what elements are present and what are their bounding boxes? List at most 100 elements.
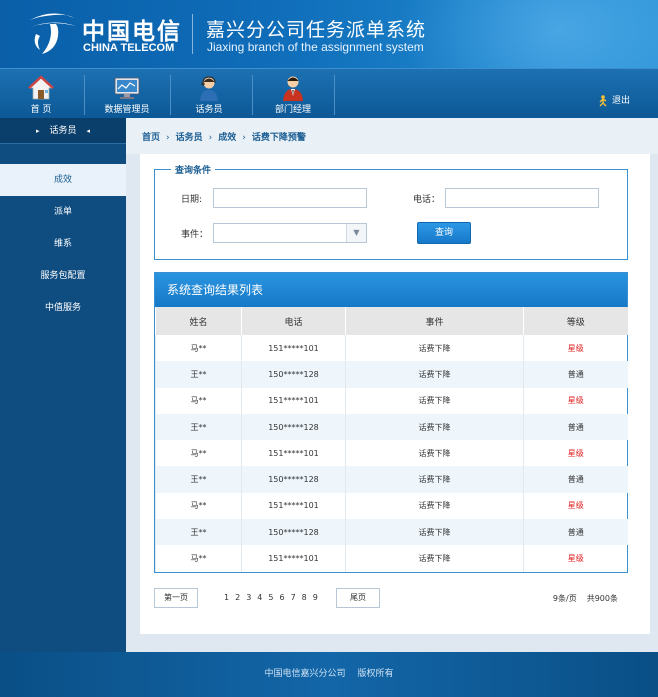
results-panel: 系统查询结果列表 姓名 电话 事件 等级 马** 151*****101 话费下降星… xyxy=(154,272,628,573)
footer-company: 中国电信嘉兴分公司 xyxy=(264,669,346,679)
cell-level: 普通 xyxy=(523,413,628,441)
cell-level: 星级 xyxy=(523,335,628,362)
breadcrumb: 首页 › 话务员 › 成效 › 话费下降预警 xyxy=(126,118,658,154)
column-header-phone[interactable]: 电话 xyxy=(241,307,346,335)
date-input[interactable] xyxy=(213,188,367,208)
monitor-icon xyxy=(114,77,140,99)
nav-item-manager[interactable]: 部门经理 xyxy=(262,69,324,119)
query-legend: 查询条件 xyxy=(171,163,216,176)
date-label: 日期: xyxy=(181,195,203,205)
per-page-text: 9条/页 xyxy=(552,594,577,603)
first-page-button[interactable]: 第一页 xyxy=(154,588,198,608)
manager-icon xyxy=(283,76,303,101)
page-number-link[interactable]: 8 xyxy=(302,593,307,602)
nav-label: 数据管理员 xyxy=(104,105,150,115)
nav-divider xyxy=(170,75,171,115)
phone-label: 电话： xyxy=(413,195,441,205)
cell-phone: 150*****128 xyxy=(241,466,346,493)
cell-name: 王** xyxy=(155,519,242,546)
table-row[interactable]: 马** 151*****101 话费下降 星级 xyxy=(155,440,628,467)
table-row[interactable]: 王** 150*****128 话费下降 普通 xyxy=(155,361,628,388)
logout-label: 退出 xyxy=(611,96,630,106)
logout-button[interactable]: 退出 xyxy=(597,93,630,107)
sidebar-item-maintain[interactable]: 维系 xyxy=(0,228,126,260)
cell-level: 星级 xyxy=(523,492,628,520)
last-page-button[interactable]: 尾页 xyxy=(336,588,380,608)
breadcrumb-item-current: 话费下降预警 xyxy=(251,133,306,143)
query-panel: 查询条件 日期: 电话： 事件： ▼ 查询 xyxy=(154,163,628,260)
table-row[interactable]: 王** 150*****128 话费下降 普通 xyxy=(155,413,628,441)
table-row[interactable]: 王** 150*****128 话费下降 普通 xyxy=(155,466,628,493)
header-divider xyxy=(192,14,193,54)
page-number-link[interactable]: 9 xyxy=(313,593,318,602)
cell-event: 话费下降 xyxy=(345,387,524,414)
cell-name: 马** xyxy=(155,335,242,362)
sidebar-item-value-service[interactable]: 中值服务 xyxy=(0,292,126,324)
cell-level: 普通 xyxy=(523,519,628,546)
event-label: 事件： xyxy=(181,230,209,240)
nav-label: 话务员 xyxy=(195,105,223,115)
cell-name: 王** xyxy=(155,413,242,441)
cell-level: 普通 xyxy=(523,361,628,388)
table-row[interactable]: 马** 151*****101 话费下降 星级 xyxy=(155,335,628,362)
chevron-right-icon: › xyxy=(166,133,170,143)
system-subtitle: Jiaxing branch of the assignment system xyxy=(207,40,424,54)
cell-name: 马** xyxy=(155,440,242,467)
sidebar-header[interactable]: ▸ 话务员 ◂ xyxy=(0,118,126,144)
page-number-link[interactable]: 5 xyxy=(268,593,273,602)
sidebar-item-dispatch[interactable]: 派单 xyxy=(0,196,126,228)
china-telecom-logo-icon xyxy=(28,13,76,54)
column-header-event[interactable]: 事件 xyxy=(345,307,524,335)
cell-name: 王** xyxy=(155,361,242,388)
page-number-link[interactable]: 7 xyxy=(291,593,296,602)
phone-input[interactable] xyxy=(445,188,599,208)
cell-phone: 151*****101 xyxy=(241,387,346,414)
column-header-level[interactable]: 等级 xyxy=(523,307,628,335)
table-row[interactable]: 马** 151*****101 话费下降 星级 xyxy=(155,387,628,414)
cell-event: 话费下降 xyxy=(345,335,524,362)
table-row[interactable]: 马** 151*****101 话费下降 星级 xyxy=(155,545,628,572)
sidebar: ▸ 话务员 ◂ 成效 派单 维系 服务包配置 中值服务 xyxy=(0,118,126,652)
page-number-link[interactable]: 6 xyxy=(279,593,284,602)
nav-item-operator[interactable]: 话务员 xyxy=(178,69,240,119)
page-number-link[interactable]: 3 xyxy=(246,593,251,602)
cell-name: 马** xyxy=(155,387,242,414)
cell-phone: 151*****101 xyxy=(241,440,346,467)
cell-level: 普通 xyxy=(523,466,628,493)
table-row[interactable]: 马** 151*****101 话费下降 星级 xyxy=(155,492,628,520)
sidebar-header-label: 话务员 xyxy=(49,126,77,136)
nav-divider xyxy=(334,75,335,115)
sidebar-item-effect[interactable]: 成效 xyxy=(0,164,126,196)
page-numbers: 123456789 xyxy=(224,593,324,602)
event-select[interactable]: ▼ xyxy=(213,223,367,243)
header-glow xyxy=(398,0,658,68)
footer-rights: 版权所有 xyxy=(357,669,394,679)
page-number-link[interactable]: 1 xyxy=(224,593,229,602)
column-header-name[interactable]: 姓名 xyxy=(155,307,242,335)
app-footer: 中国电信嘉兴分公司 版权所有 xyxy=(0,652,658,697)
breadcrumb-item-home[interactable]: 首页 xyxy=(142,133,160,143)
nav-item-data-admin[interactable]: 数据管理员 xyxy=(96,69,158,119)
chevron-right-icon: › xyxy=(208,133,213,143)
page-number-link[interactable]: 4 xyxy=(257,593,262,602)
cell-event: 话费下降 xyxy=(345,361,524,388)
breadcrumb-item-operator[interactable]: 话务员 xyxy=(176,133,203,143)
cell-level: 星级 xyxy=(523,440,628,467)
search-button[interactable]: 查询 xyxy=(417,222,471,244)
cell-phone: 150*****128 xyxy=(241,413,346,441)
cell-phone: 151*****101 xyxy=(241,545,346,572)
page-number-link[interactable]: 2 xyxy=(235,593,240,602)
table-header-row: 姓名 电话 事件 等级 xyxy=(155,307,628,335)
chevron-down-icon[interactable]: ▼ xyxy=(346,224,366,242)
results-table: 姓名 电话 事件 等级 马** 151*****101 话费下降 星级 王** 150**… xyxy=(155,307,628,572)
chevron-right-icon: › xyxy=(242,133,246,143)
breadcrumb-item-effect[interactable]: 成效 xyxy=(218,133,236,143)
sidebar-item-service-package[interactable]: 服务包配置 xyxy=(0,260,126,292)
cell-phone: 151*****101 xyxy=(241,335,346,362)
nav-divider xyxy=(84,75,85,115)
nav-label: 首 页 xyxy=(30,105,52,115)
nav-item-home[interactable]: 首 页 xyxy=(10,69,72,119)
operator-icon xyxy=(200,76,218,101)
total-count-text: 共900条 xyxy=(586,594,618,603)
table-row[interactable]: 王** 150*****128 话费下降 普通 xyxy=(155,519,628,546)
